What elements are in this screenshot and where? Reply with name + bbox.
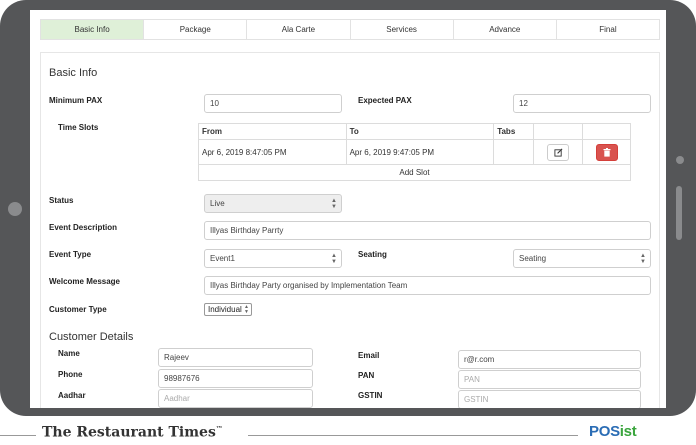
event-description-label: Event Description	[49, 223, 118, 232]
email-input[interactable]: r@r.com	[458, 350, 641, 369]
column-header-to: To	[345, 123, 495, 140]
tab-ala-carte[interactable]: Ala Carte	[247, 20, 351, 39]
customer-type-select[interactable]: Individual ▲ ▼	[204, 303, 252, 316]
customer-type-value: Individual	[208, 305, 242, 314]
tab-package[interactable]: Package	[144, 20, 248, 39]
wizard-tabs: Basic Info Package Ala Carte Services Ad…	[40, 19, 660, 40]
expected-pax-input[interactable]: 12	[513, 94, 651, 113]
app-screen: Basic Info Package Ala Carte Services Ad…	[30, 10, 666, 408]
footer-divider-left	[0, 435, 36, 436]
tablet-side-bar	[676, 186, 682, 240]
select-arrows-icon: ▲ ▼	[331, 253, 337, 265]
seating-select[interactable]: Seating ▲ ▼	[513, 249, 651, 268]
phone-input[interactable]: 98987676	[158, 369, 313, 388]
email-label: Email	[358, 351, 380, 360]
pan-label: PAN	[358, 371, 375, 380]
select-arrows-icon: ▲ ▼	[244, 304, 249, 315]
name-input[interactable]: Rajeev	[158, 348, 313, 367]
time-slots-table: From To Tabs Apr 6, 2019 8:47:05 PM Apr …	[198, 123, 631, 181]
tablet-camera-dot	[676, 156, 684, 164]
basic-info-panel: Basic Info Minimum PAX 10 Expected PAX 1…	[40, 52, 660, 408]
tab-services[interactable]: Services	[350, 20, 454, 39]
expected-pax-label: Expected PAX	[358, 96, 412, 105]
status-select[interactable]: Live ▲ ▼	[204, 194, 342, 213]
column-header-from: From	[198, 123, 347, 140]
status-value: Live	[210, 199, 225, 208]
trash-icon	[603, 147, 611, 157]
logo-accent: ist	[619, 423, 637, 440]
posist-logo: POSist	[589, 423, 637, 440]
event-description-input[interactable]: Illyas Birthday Parrty	[204, 221, 651, 240]
column-header-delete	[582, 123, 631, 140]
logo-main: POS	[589, 423, 620, 440]
welcome-message-label: Welcome Message	[49, 277, 120, 286]
tablet-frame: Basic Info Package Ala Carte Services Ad…	[0, 0, 696, 416]
event-type-value: Event1	[210, 254, 235, 263]
delete-slot-button[interactable]	[595, 143, 618, 161]
tab-basic-info[interactable]: Basic Info	[41, 20, 145, 39]
seating-label: Seating	[358, 250, 387, 259]
table-row: Apr 6, 2019 8:47:05 PM Apr 6, 2019 9:47:…	[198, 139, 631, 165]
phone-label: Phone	[58, 370, 83, 379]
min-pax-label: Minimum PAX	[49, 96, 103, 105]
gstin-label: GSTIN	[358, 391, 383, 400]
select-arrows-icon: ▲ ▼	[640, 253, 646, 265]
slot-from-cell: Apr 6, 2019 8:47:05 PM	[198, 139, 347, 165]
footer: The Restaurant Times™ POSist	[0, 416, 696, 445]
basic-info-title: Basic Info	[49, 67, 98, 79]
brand-title: The Restaurant Times™	[42, 424, 223, 441]
edit-slot-button[interactable]	[547, 143, 570, 161]
table-header-row: From To Tabs	[198, 123, 631, 140]
slot-delete-cell	[582, 139, 631, 165]
column-header-tabs: Tabs	[493, 123, 535, 140]
column-header-edit	[533, 123, 584, 140]
customer-type-label: Customer Type	[49, 305, 107, 314]
pan-input[interactable]: PAN	[458, 370, 641, 389]
select-arrows-icon: ▲ ▼	[331, 198, 337, 210]
brand-name: The Restaurant Times	[42, 424, 216, 441]
gstin-input[interactable]: GSTIN	[458, 390, 641, 408]
tab-advance[interactable]: Advance	[453, 20, 557, 39]
slot-to-cell: Apr 6, 2019 9:47:05 PM	[345, 139, 495, 165]
event-type-label: Event Type	[49, 250, 92, 259]
trademark-symbol: ™	[215, 424, 223, 433]
tab-final[interactable]: Final	[556, 20, 660, 39]
footer-divider-right	[248, 435, 578, 436]
min-pax-input[interactable]: 10	[204, 94, 342, 113]
customer-details-title: Customer Details	[49, 331, 134, 343]
aadhar-input[interactable]: Aadhar	[158, 389, 313, 408]
add-slot-button[interactable]: Add Slot	[198, 164, 631, 181]
tablet-home-button	[8, 202, 22, 216]
add-slot-row: Add Slot	[198, 164, 631, 181]
welcome-message-input[interactable]: Illyas Birthday Party organised by Imple…	[204, 276, 651, 295]
slot-tabs-cell	[493, 139, 535, 165]
name-label: Name	[58, 349, 80, 358]
event-type-select[interactable]: Event1 ▲ ▼	[204, 249, 342, 268]
edit-icon	[554, 148, 563, 157]
time-slots-label: Time Slots	[58, 123, 99, 132]
status-label: Status	[49, 196, 74, 205]
seating-value: Seating	[519, 254, 547, 263]
slot-edit-cell	[533, 139, 584, 165]
aadhar-label: Aadhar	[58, 391, 86, 400]
